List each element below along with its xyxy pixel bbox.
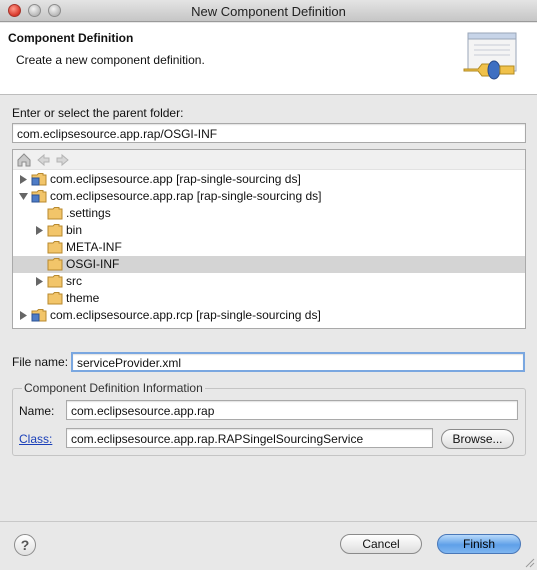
title-bar: New Component Definition (0, 0, 537, 22)
browse-button[interactable]: Browse... (441, 429, 514, 449)
folder-icon (47, 241, 63, 254)
file-name-label: File name: (12, 355, 69, 369)
folder-tree[interactable]: com.eclipsesource.app [rap-single-sourci… (12, 149, 526, 329)
parent-folder-input[interactable]: com.eclipsesource.app.rap/OSGI-INF (12, 123, 526, 143)
tree-item[interactable]: theme (13, 290, 525, 307)
collapsed-triangle-icon[interactable] (35, 226, 44, 235)
project-icon (31, 309, 47, 322)
folder-icon (47, 292, 63, 305)
tree-item[interactable]: OSGI-INF (13, 256, 525, 273)
tree-item-label: .settings (66, 206, 111, 220)
tree-item[interactable]: com.eclipsesource.app [rap-single-sourci… (13, 171, 525, 188)
window-title: New Component Definition (191, 4, 346, 19)
folder-icon (47, 258, 63, 271)
cancel-button[interactable]: Cancel (340, 534, 422, 554)
tree-item-label: src (66, 274, 82, 288)
banner-description: Create a new component definition. (16, 53, 205, 67)
tree-item-label: theme (66, 291, 100, 305)
tree-item[interactable]: com.eclipsesource.app.rap [rap-single-so… (13, 188, 525, 205)
collapsed-triangle-icon[interactable] (19, 175, 28, 184)
tree-item-label: bin (66, 223, 83, 237)
home-icon[interactable] (16, 152, 32, 168)
tree-item[interactable]: bin (13, 222, 525, 239)
component-info-group-title: Component Definition Information (22, 381, 205, 395)
dialog-window: New Component Definition Component Defin… (0, 0, 537, 570)
footer-separator (0, 521, 537, 522)
file-name-input[interactable]: serviceProvider.xml (71, 352, 525, 372)
tree-item-label: OSGI-INF (66, 257, 120, 271)
tree-item-label: com.eclipsesource.app.rap [rap-single-so… (50, 189, 322, 203)
banner-title: Component Definition (8, 31, 134, 45)
finish-button[interactable]: Finish (437, 534, 521, 554)
tree-item-label: com.eclipsesource.app.rcp [rap-single-so… (50, 308, 321, 322)
name-label: Name: (19, 404, 55, 418)
class-input[interactable]: com.eclipsesource.app.rap.RAPSingelSourc… (66, 428, 433, 448)
component-wizard-icon (463, 32, 517, 80)
name-input[interactable]: com.eclipsesource.app.rap (66, 400, 518, 420)
tree-item[interactable]: src (13, 273, 525, 290)
back-arrow-icon[interactable] (35, 152, 51, 168)
project-icon (31, 190, 47, 203)
help-icon[interactable]: ? (14, 534, 36, 556)
expanded-triangle-icon[interactable] (19, 192, 28, 201)
forward-arrow-icon[interactable] (55, 152, 71, 168)
folder-icon (47, 207, 63, 220)
class-link[interactable]: Class: (19, 432, 52, 446)
folder-icon (47, 224, 63, 237)
tree-item[interactable]: META-INF (13, 239, 525, 256)
tree-item-label: META-INF (66, 240, 122, 254)
tree-item-label: com.eclipsesource.app [rap-single-sourci… (50, 172, 301, 186)
tree-toolbar (13, 150, 525, 170)
folder-icon (47, 275, 63, 288)
project-icon (31, 173, 47, 186)
wizard-banner: Component Definition Create a new compon… (0, 23, 537, 95)
collapsed-triangle-icon[interactable] (19, 311, 28, 320)
collapsed-triangle-icon[interactable] (35, 277, 44, 286)
tree-item[interactable]: .settings (13, 205, 525, 222)
parent-folder-label: Enter or select the parent folder: (12, 106, 184, 120)
resize-grip-icon[interactable] (523, 556, 535, 568)
tree-item[interactable]: com.eclipsesource.app.rcp [rap-single-so… (13, 307, 525, 324)
